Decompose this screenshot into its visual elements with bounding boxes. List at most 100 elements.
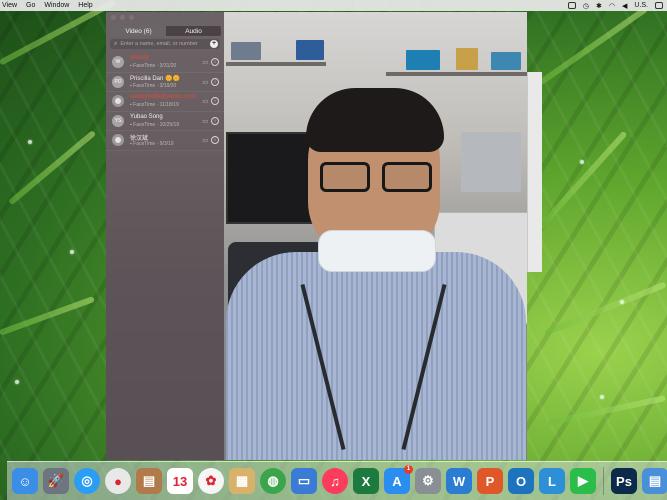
info-icon[interactable]: i [211, 136, 219, 144]
menu-item-window[interactable]: Window [44, 2, 69, 9]
grass-blade [543, 281, 667, 336]
outlook-glyph: O [515, 473, 527, 489]
minimize-button[interactable] [120, 15, 125, 20]
grass-blade [538, 5, 649, 86]
globe-icon[interactable]: ◍ [260, 468, 286, 494]
rocket-glyph: 🚀 [47, 473, 65, 488]
menu-item-help[interactable]: Help [78, 2, 92, 9]
call-detail-text: FaceTime · 3/19/20 [133, 82, 177, 89]
compass-icon[interactable]: ◎ [74, 468, 100, 494]
video-call-icon[interactable]: ▭ [202, 118, 208, 125]
photoshop-glyph: Ps [616, 473, 632, 489]
info-icon[interactable]: i [211, 77, 219, 86]
search-field[interactable]: ⌕ + [110, 39, 220, 49]
music-glyph: ♫ [330, 473, 340, 489]
avatar: W [112, 56, 124, 68]
preview-icon[interactable]: ▦ [229, 468, 255, 494]
background-window-edge [527, 72, 542, 272]
time-machine-icon[interactable]: ◷ [583, 2, 589, 10]
contact-name: Yubao Song [130, 113, 163, 120]
caller-hair [306, 88, 444, 152]
avatar: PD [112, 75, 124, 88]
info-icon[interactable]: i [211, 58, 219, 66]
lab-shelf [386, 72, 527, 76]
avatar [112, 134, 124, 146]
water-drop [620, 300, 624, 304]
call-detail: ▪ FaceTime · 10/25/19 [130, 122, 179, 128]
contact-name: Priscilla Dan 🌼🌼 [130, 75, 180, 82]
search-input[interactable] [120, 41, 203, 47]
menu-item-view[interactable]: View [2, 2, 17, 9]
menu-bar: View Go Window Help ◷ ✱ ◠ ◀ U.S. [0, 0, 667, 11]
calendar-glyph: 13 [172, 473, 188, 489]
info-icon[interactable]: i [211, 116, 219, 125]
menu-item-go[interactable]: Go [26, 2, 35, 9]
rocket-icon[interactable]: 🚀 [43, 468, 69, 494]
list-item[interactable]: 徐汉斌 ▪ FaceTime · 9/3/19 ▭ i [106, 131, 224, 151]
powerpoint-icon[interactable]: P [477, 468, 503, 494]
water-drop [580, 160, 584, 164]
list-item[interactable]: PD Priscilla Dan 🌼🌼 ▪ FaceTime · 3/19/20… [106, 73, 224, 92]
photoshop-icon[interactable]: Ps [611, 468, 637, 494]
preview-glyph: ▦ [235, 473, 249, 488]
wifi-icon[interactable]: ◠ [609, 2, 615, 10]
call-detail-text: FaceTime · 10/25/19 [133, 121, 180, 128]
lab-box [491, 52, 521, 70]
tab-audio[interactable]: Audio [166, 26, 221, 36]
keynote-icon[interactable]: ▭ [291, 468, 317, 494]
appstore-icon[interactable]: A1 [384, 465, 413, 494]
water-drop [28, 140, 32, 144]
face-mask [318, 230, 436, 272]
contact-name: wendyfw88@yahoo.com [130, 94, 196, 100]
recent-calls-list: W Wendy ▪ FaceTime · 3/31/20 ▭ i PD Pris… [106, 53, 224, 151]
video-call-icon[interactable]: ▭ [202, 98, 208, 105]
chrome-icon[interactable]: ● [105, 468, 131, 494]
call-detail: ▪ FaceTime · 9/3/19 [130, 141, 174, 147]
call-type-segmented-control: Video (6) Audio [110, 25, 222, 37]
display-icon[interactable] [567, 2, 576, 9]
facetime-icon[interactable]: ▶ [570, 468, 596, 494]
person-silhouette-icon [115, 97, 121, 104]
list-item[interactable]: wendyfw88@yahoo.com ▪ FaceTime · 11/18/1… [106, 92, 224, 112]
word-glyph: W [452, 473, 466, 489]
calendar-icon[interactable]: 13 [167, 468, 193, 494]
notebook-icon[interactable]: ▤ [136, 468, 162, 494]
downloads-icon[interactable]: ▤ [642, 468, 667, 494]
tab-video[interactable]: Video (6) [111, 26, 166, 36]
list-item[interactable]: YS Yubao Song ▪ FaceTime · 10/25/19 ▭ i [106, 112, 224, 131]
list-item[interactable]: W Wendy ▪ FaceTime · 3/31/20 ▭ i [106, 53, 224, 73]
video-call-icon[interactable]: ▭ [202, 59, 208, 66]
water-drop [600, 395, 604, 399]
video-call-icon[interactable]: ▭ [202, 137, 208, 144]
glasses-lens [382, 162, 432, 192]
excel-icon[interactable]: X [353, 468, 379, 494]
caller-shirt [226, 252, 526, 460]
volume-icon[interactable]: ◀ [622, 2, 627, 10]
glasses-lens [320, 162, 370, 192]
video-call-icon[interactable]: ▭ [202, 79, 208, 86]
lab-box [406, 50, 440, 70]
bluetooth-icon[interactable]: ✱ [596, 2, 602, 10]
water-drop [15, 380, 19, 384]
input-source-label[interactable]: U.S. [634, 2, 648, 9]
person-silhouette-icon [115, 136, 121, 143]
gear-icon[interactable]: ⚙ [415, 468, 441, 494]
lab-box [296, 40, 324, 60]
photos-icon[interactable]: ✿ [198, 468, 224, 494]
battery-icon[interactable] [655, 2, 663, 9]
outlook-icon[interactable]: O [508, 468, 534, 494]
finder-icon[interactable]: ☺ [12, 468, 38, 494]
close-button[interactable] [111, 15, 116, 20]
call-detail-text: FaceTime · 9/3/19 [133, 141, 174, 147]
call-detail: ▪ FaceTime · 3/19/20 [130, 83, 176, 89]
info-icon[interactable]: i [211, 97, 219, 105]
add-contact-button[interactable]: + [210, 40, 218, 48]
word-icon[interactable]: W [446, 468, 472, 494]
globe-glyph: ◍ [267, 473, 279, 488]
powerpoint-glyph: P [485, 473, 495, 489]
lync-icon[interactable]: L [539, 468, 565, 494]
zoom-button[interactable] [129, 15, 134, 20]
finder-glyph: ☺ [18, 473, 32, 489]
avatar: YS [112, 114, 124, 127]
music-icon[interactable]: ♫ [322, 468, 348, 494]
